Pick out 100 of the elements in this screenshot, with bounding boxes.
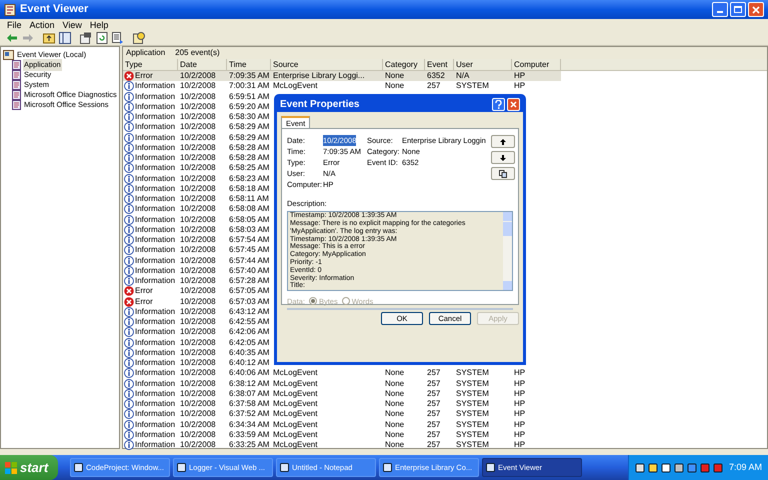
table-cell: 10/2/2008 [180, 368, 216, 378]
table-cell: 6:58:11 AM [229, 194, 269, 204]
window-title: Event Viewer [20, 2, 88, 18]
table-cell: Information [135, 184, 176, 194]
table-cell: 6:58:18 AM [229, 184, 270, 193]
table-cell: 6:42:05 AM [229, 338, 270, 347]
table-cell: 6:42:06 AM [229, 327, 270, 336]
table-cell: HP [514, 71, 526, 80]
table-cell: Error [135, 286, 153, 296]
table-cell: 6:57:28 AM [229, 276, 270, 286]
table-cell: Information [135, 92, 176, 102]
table-cell: 6:58:05 AM [229, 214, 270, 224]
table-cell: 10/2/2008 [180, 358, 216, 368]
table-cell: 6:33:59 AM [229, 430, 270, 439]
table-cell: 257 [427, 399, 440, 408]
table-cell: 6:59:20 AM [229, 102, 270, 111]
table-cell: 10/2/2008 [180, 184, 216, 193]
table-cell: 6352 [427, 71, 445, 80]
table-cell: 6:57:54 AM [229, 235, 270, 244]
table-cell: 10/2/2008 [180, 420, 216, 429]
table-cell: 10/2/2008 [180, 338, 216, 347]
table-cell: HP [514, 409, 526, 418]
table-cell: 257 [427, 368, 440, 378]
table-cell: 6:58:25 AM [229, 163, 270, 172]
table-cell: Error [135, 71, 153, 82]
table-cell: 6:57:40 AM [229, 266, 270, 275]
table-cell: 6:58:08 AM [229, 204, 270, 214]
table-cell: 10/2/2008 [180, 153, 216, 162]
table-cell: HP [514, 420, 526, 429]
table-cell: Information [135, 81, 176, 92]
table-cell: SYSTEM [456, 81, 489, 90]
table-cell: 7:00:31 AM [229, 81, 270, 90]
table-cell: 6:57:44 AM [229, 256, 270, 265]
table-cell: 6:58:28 AM [229, 153, 270, 162]
table-cell: McLogEvent [273, 388, 318, 398]
table-cell: McLogEvent [273, 399, 318, 408]
table-cell: 257 [427, 378, 440, 388]
event-count: 205 event(s) [175, 47, 220, 59]
table-cell: Information [135, 317, 176, 328]
table-cell: Error [135, 296, 153, 307]
table-cell: SYSTEM [456, 368, 489, 378]
table-cell: HP [514, 440, 526, 450]
table-cell: 10/2/2008 [180, 409, 216, 418]
table-cell: 10/2/2008 [180, 440, 216, 450]
table-cell: None [385, 81, 404, 90]
table-cell: 257 [427, 430, 440, 439]
table-cell: 7:09:35 AM [229, 71, 270, 80]
table-cell: HP [514, 368, 526, 378]
table-cell: 6:58:29 AM [229, 132, 270, 142]
table-cell: 10/2/2008 [180, 348, 216, 357]
table-cell: 10/2/2008 [180, 132, 216, 142]
table-cell: 10/2/2008 [180, 81, 216, 90]
table-cell: Information [135, 142, 176, 153]
table-cell: SYSTEM [456, 399, 489, 408]
table-cell: 10/2/2008 [180, 245, 216, 254]
table-cell: 257 [427, 440, 440, 450]
table-cell: 6:37:52 AM [229, 409, 270, 418]
list-title: Application [126, 47, 166, 59]
table-cell: 6:58:03 AM [229, 224, 270, 234]
table-cell: HP [514, 430, 526, 439]
table-cell: 6:34:34 AM [229, 420, 270, 429]
table-cell: 6:58:23 AM [229, 174, 270, 183]
table-cell: McLogEvent [273, 440, 318, 450]
table-cell: None [385, 388, 404, 398]
table-cell: Information [135, 306, 176, 317]
table-cell: 10/2/2008 [180, 194, 216, 204]
table-cell: McLogEvent [273, 409, 318, 418]
table-cell: 10/2/2008 [180, 71, 216, 80]
table-cell: N/A [456, 71, 470, 80]
table-cell: Information [135, 276, 176, 286]
table-cell: 6:59:51 AM [229, 92, 270, 101]
table-cell: Information [135, 122, 176, 132]
table-cell: 10/2/2008 [180, 276, 216, 286]
table-cell: Information [135, 358, 176, 368]
table-cell: 6:38:12 AM [229, 378, 270, 388]
table-cell: Information [135, 420, 176, 430]
table-cell: Information [135, 378, 176, 389]
table-cell: 6:40:35 AM [229, 348, 270, 357]
table-cell: None [385, 430, 404, 439]
table-cell: 6:40:12 AM [229, 358, 270, 368]
table-cell: None [385, 399, 404, 408]
table-cell: Information [135, 430, 176, 440]
table-cell: Information [135, 256, 176, 266]
table-cell: Information [135, 153, 176, 164]
table-cell: 10/2/2008 [180, 235, 216, 244]
table-cell: 10/2/2008 [180, 266, 216, 275]
table-cell: Information [135, 174, 176, 184]
table-cell: 10/2/2008 [180, 327, 216, 336]
table-cell: SYSTEM [456, 409, 489, 418]
table-cell: SYSTEM [456, 420, 489, 429]
table-cell: 6:38:07 AM [229, 388, 270, 398]
table-cell: Information [135, 409, 176, 420]
table-cell: Information [135, 132, 176, 143]
table-cell: 6:57:45 AM [229, 245, 270, 254]
table-cell: Information [135, 235, 176, 246]
table-cell: Information [135, 327, 176, 338]
table-cell: Information [135, 266, 176, 276]
table-cell: None [385, 368, 404, 378]
table-cell: HP [514, 388, 526, 398]
table-cell: 6:58:30 AM [229, 112, 270, 122]
